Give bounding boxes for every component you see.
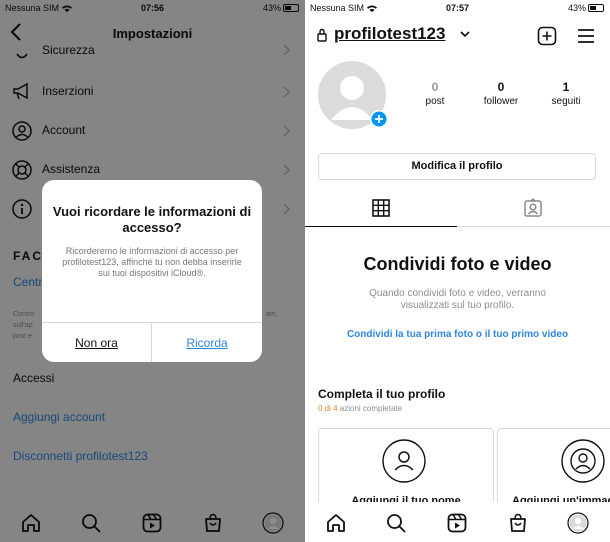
save-login-alert: Vuoi ricordare le informazioni di access…: [42, 180, 262, 362]
empty-state-title: Condividi foto e video: [363, 254, 552, 274]
shop-icon[interactable]: [507, 512, 529, 534]
complete-profile-title: Completa il tuo profilo: [318, 387, 446, 401]
stat-value: 1: [562, 80, 570, 94]
reels-icon[interactable]: [446, 512, 468, 534]
remember-button[interactable]: Ricorda: [152, 323, 262, 362]
chevron-down-icon[interactable]: [460, 30, 470, 38]
alert-buttons: Non ora Ricorda: [42, 322, 262, 362]
profile-avatar-icon[interactable]: [567, 512, 589, 534]
home-icon[interactable]: [325, 512, 347, 534]
empty-state-subtitle: Quando condividi foto e video, verranno …: [369, 288, 546, 311]
search-icon[interactable]: [385, 512, 407, 534]
bottom-tab-bar: [305, 502, 610, 542]
not-now-button[interactable]: Non ora: [42, 323, 152, 362]
stat-label: seguiti: [551, 96, 581, 107]
stat-following[interactable]: 1 seguiti: [536, 80, 596, 107]
hamburger-menu-icon[interactable]: [577, 28, 595, 44]
profile-screen: Nessuna SIM 07:57 43% profilotest123 0 p…: [305, 0, 610, 542]
create-post-icon[interactable]: [537, 26, 557, 46]
username-switcher[interactable]: profilotest123: [334, 24, 445, 44]
edit-profile-button[interactable]: Modifica il profilo: [318, 153, 596, 180]
stat-value: 0: [431, 80, 439, 94]
stat-label: follower: [483, 96, 519, 107]
profile-header: profilotest123: [305, 22, 610, 52]
profile-tabs: [305, 194, 610, 227]
stat-label: post: [425, 96, 445, 107]
grid-icon[interactable]: [371, 198, 391, 218]
progress-text: azioni completate: [337, 404, 403, 413]
battery-indicator: 43%: [568, 3, 604, 13]
complete-profile-progress: 0 di 4 azioni completate: [318, 404, 402, 413]
status-bar: Nessuna SIM 07:57 43%: [305, 0, 610, 16]
profile-avatar[interactable]: [317, 60, 389, 132]
account-photo-icon: [561, 439, 605, 483]
alert-message: Ricorderemo le informazioni di accesso p…: [62, 246, 242, 278]
share-first-post-link[interactable]: Condividi la tua prima foto o il tuo pri…: [305, 329, 610, 340]
battery-icon: [588, 4, 604, 12]
stat-posts[interactable]: 0 post: [405, 80, 465, 107]
lock-icon: [317, 28, 327, 42]
person-icon: [382, 439, 426, 483]
active-tab-indicator: [305, 226, 457, 227]
settings-screen: Nessuna SIM 07:56 43% Impostazioni Sicur…: [0, 0, 305, 542]
clock: 07:57: [445, 3, 470, 13]
progress-count: 0 di 4: [318, 404, 338, 413]
stat-followers[interactable]: 0 follower: [471, 80, 531, 107]
stat-value: 0: [497, 80, 505, 94]
tagged-icon[interactable]: [523, 198, 543, 218]
alert-title: Vuoi ricordare le informazioni di access…: [52, 204, 252, 235]
